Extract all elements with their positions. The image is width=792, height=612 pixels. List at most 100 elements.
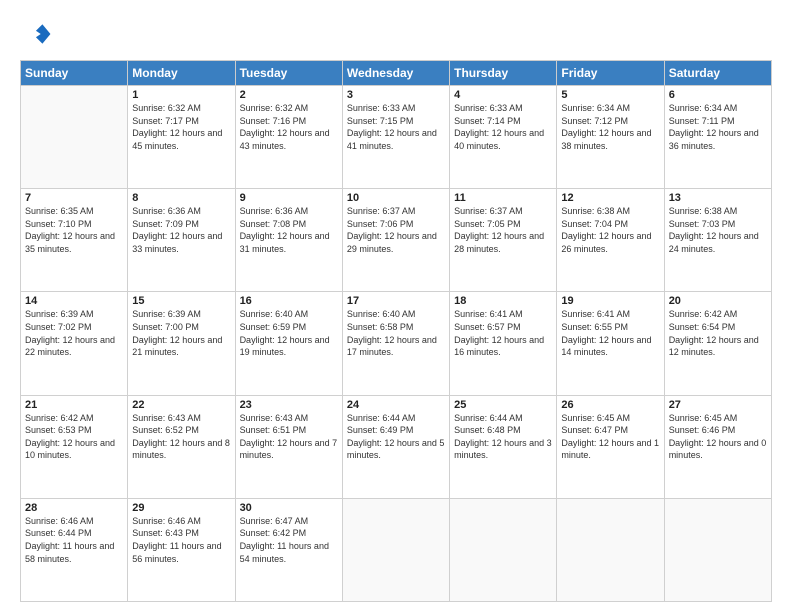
calendar-cell: 5Sunrise: 6:34 AM Sunset: 7:12 PM Daylig…	[557, 86, 664, 189]
day-info: Sunrise: 6:35 AM Sunset: 7:10 PM Dayligh…	[25, 205, 123, 255]
logo	[20, 18, 54, 50]
calendar-cell	[21, 86, 128, 189]
day-number: 14	[25, 295, 123, 307]
calendar-cell	[342, 498, 449, 601]
week-row-3: 21Sunrise: 6:42 AM Sunset: 6:53 PM Dayli…	[21, 395, 772, 498]
calendar-cell: 4Sunrise: 6:33 AM Sunset: 7:14 PM Daylig…	[450, 86, 557, 189]
calendar-cell: 20Sunrise: 6:42 AM Sunset: 6:54 PM Dayli…	[664, 292, 771, 395]
header-day-saturday: Saturday	[664, 61, 771, 86]
calendar-cell: 7Sunrise: 6:35 AM Sunset: 7:10 PM Daylig…	[21, 189, 128, 292]
week-row-4: 28Sunrise: 6:46 AM Sunset: 6:44 PM Dayli…	[21, 498, 772, 601]
header-day-wednesday: Wednesday	[342, 61, 449, 86]
day-number: 21	[25, 399, 123, 411]
calendar-body: 1Sunrise: 6:32 AM Sunset: 7:17 PM Daylig…	[21, 86, 772, 602]
day-number: 18	[454, 295, 552, 307]
day-info: Sunrise: 6:45 AM Sunset: 6:47 PM Dayligh…	[561, 412, 659, 462]
logo-icon	[20, 18, 52, 50]
day-number: 30	[240, 502, 338, 514]
calendar-cell: 16Sunrise: 6:40 AM Sunset: 6:59 PM Dayli…	[235, 292, 342, 395]
calendar-cell: 17Sunrise: 6:40 AM Sunset: 6:58 PM Dayli…	[342, 292, 449, 395]
day-number: 19	[561, 295, 659, 307]
day-info: Sunrise: 6:43 AM Sunset: 6:51 PM Dayligh…	[240, 412, 338, 462]
calendar-header: SundayMondayTuesdayWednesdayThursdayFrid…	[21, 61, 772, 86]
day-info: Sunrise: 6:41 AM Sunset: 6:55 PM Dayligh…	[561, 308, 659, 358]
calendar-cell: 13Sunrise: 6:38 AM Sunset: 7:03 PM Dayli…	[664, 189, 771, 292]
calendar-cell: 6Sunrise: 6:34 AM Sunset: 7:11 PM Daylig…	[664, 86, 771, 189]
day-info: Sunrise: 6:34 AM Sunset: 7:11 PM Dayligh…	[669, 102, 767, 152]
day-number: 8	[132, 192, 230, 204]
day-number: 10	[347, 192, 445, 204]
day-number: 23	[240, 399, 338, 411]
day-info: Sunrise: 6:32 AM Sunset: 7:17 PM Dayligh…	[132, 102, 230, 152]
day-number: 3	[347, 89, 445, 101]
calendar-table: SundayMondayTuesdayWednesdayThursdayFrid…	[20, 60, 772, 602]
calendar-cell	[450, 498, 557, 601]
calendar-cell	[557, 498, 664, 601]
header-day-sunday: Sunday	[21, 61, 128, 86]
header-row: SundayMondayTuesdayWednesdayThursdayFrid…	[21, 61, 772, 86]
calendar-cell: 2Sunrise: 6:32 AM Sunset: 7:16 PM Daylig…	[235, 86, 342, 189]
calendar-cell: 21Sunrise: 6:42 AM Sunset: 6:53 PM Dayli…	[21, 395, 128, 498]
calendar-cell: 1Sunrise: 6:32 AM Sunset: 7:17 PM Daylig…	[128, 86, 235, 189]
day-number: 26	[561, 399, 659, 411]
day-info: Sunrise: 6:41 AM Sunset: 6:57 PM Dayligh…	[454, 308, 552, 358]
header	[20, 18, 772, 50]
calendar-cell: 14Sunrise: 6:39 AM Sunset: 7:02 PM Dayli…	[21, 292, 128, 395]
header-day-friday: Friday	[557, 61, 664, 86]
calendar-cell: 11Sunrise: 6:37 AM Sunset: 7:05 PM Dayli…	[450, 189, 557, 292]
day-info: Sunrise: 6:39 AM Sunset: 7:02 PM Dayligh…	[25, 308, 123, 358]
calendar-cell: 19Sunrise: 6:41 AM Sunset: 6:55 PM Dayli…	[557, 292, 664, 395]
calendar-cell: 25Sunrise: 6:44 AM Sunset: 6:48 PM Dayli…	[450, 395, 557, 498]
day-number: 27	[669, 399, 767, 411]
day-info: Sunrise: 6:37 AM Sunset: 7:05 PM Dayligh…	[454, 205, 552, 255]
calendar-cell: 9Sunrise: 6:36 AM Sunset: 7:08 PM Daylig…	[235, 189, 342, 292]
day-info: Sunrise: 6:33 AM Sunset: 7:15 PM Dayligh…	[347, 102, 445, 152]
header-day-monday: Monday	[128, 61, 235, 86]
day-info: Sunrise: 6:32 AM Sunset: 7:16 PM Dayligh…	[240, 102, 338, 152]
day-info: Sunrise: 6:39 AM Sunset: 7:00 PM Dayligh…	[132, 308, 230, 358]
day-info: Sunrise: 6:37 AM Sunset: 7:06 PM Dayligh…	[347, 205, 445, 255]
day-number: 15	[132, 295, 230, 307]
calendar-cell: 10Sunrise: 6:37 AM Sunset: 7:06 PM Dayli…	[342, 189, 449, 292]
day-info: Sunrise: 6:44 AM Sunset: 6:49 PM Dayligh…	[347, 412, 445, 462]
day-info: Sunrise: 6:42 AM Sunset: 6:53 PM Dayligh…	[25, 412, 123, 462]
header-day-tuesday: Tuesday	[235, 61, 342, 86]
day-info: Sunrise: 6:45 AM Sunset: 6:46 PM Dayligh…	[669, 412, 767, 462]
day-number: 25	[454, 399, 552, 411]
day-info: Sunrise: 6:47 AM Sunset: 6:42 PM Dayligh…	[240, 515, 338, 565]
day-number: 12	[561, 192, 659, 204]
calendar-cell: 23Sunrise: 6:43 AM Sunset: 6:51 PM Dayli…	[235, 395, 342, 498]
calendar-cell: 12Sunrise: 6:38 AM Sunset: 7:04 PM Dayli…	[557, 189, 664, 292]
calendar-cell: 22Sunrise: 6:43 AM Sunset: 6:52 PM Dayli…	[128, 395, 235, 498]
calendar-cell: 28Sunrise: 6:46 AM Sunset: 6:44 PM Dayli…	[21, 498, 128, 601]
day-info: Sunrise: 6:40 AM Sunset: 6:58 PM Dayligh…	[347, 308, 445, 358]
day-number: 29	[132, 502, 230, 514]
day-number: 5	[561, 89, 659, 101]
calendar-cell: 27Sunrise: 6:45 AM Sunset: 6:46 PM Dayli…	[664, 395, 771, 498]
day-number: 4	[454, 89, 552, 101]
day-info: Sunrise: 6:34 AM Sunset: 7:12 PM Dayligh…	[561, 102, 659, 152]
calendar-cell: 29Sunrise: 6:46 AM Sunset: 6:43 PM Dayli…	[128, 498, 235, 601]
week-row-1: 7Sunrise: 6:35 AM Sunset: 7:10 PM Daylig…	[21, 189, 772, 292]
day-number: 28	[25, 502, 123, 514]
day-number: 20	[669, 295, 767, 307]
day-info: Sunrise: 6:42 AM Sunset: 6:54 PM Dayligh…	[669, 308, 767, 358]
day-number: 6	[669, 89, 767, 101]
week-row-2: 14Sunrise: 6:39 AM Sunset: 7:02 PM Dayli…	[21, 292, 772, 395]
day-info: Sunrise: 6:46 AM Sunset: 6:44 PM Dayligh…	[25, 515, 123, 565]
day-info: Sunrise: 6:43 AM Sunset: 6:52 PM Dayligh…	[132, 412, 230, 462]
day-number: 2	[240, 89, 338, 101]
calendar-cell: 24Sunrise: 6:44 AM Sunset: 6:49 PM Dayli…	[342, 395, 449, 498]
calendar-cell: 18Sunrise: 6:41 AM Sunset: 6:57 PM Dayli…	[450, 292, 557, 395]
day-info: Sunrise: 6:36 AM Sunset: 7:09 PM Dayligh…	[132, 205, 230, 255]
day-info: Sunrise: 6:36 AM Sunset: 7:08 PM Dayligh…	[240, 205, 338, 255]
day-number: 7	[25, 192, 123, 204]
calendar-cell: 30Sunrise: 6:47 AM Sunset: 6:42 PM Dayli…	[235, 498, 342, 601]
day-info: Sunrise: 6:46 AM Sunset: 6:43 PM Dayligh…	[132, 515, 230, 565]
calendar-cell: 15Sunrise: 6:39 AM Sunset: 7:00 PM Dayli…	[128, 292, 235, 395]
calendar-cell: 26Sunrise: 6:45 AM Sunset: 6:47 PM Dayli…	[557, 395, 664, 498]
week-row-0: 1Sunrise: 6:32 AM Sunset: 7:17 PM Daylig…	[21, 86, 772, 189]
day-number: 24	[347, 399, 445, 411]
page: SundayMondayTuesdayWednesdayThursdayFrid…	[0, 0, 792, 612]
header-day-thursday: Thursday	[450, 61, 557, 86]
